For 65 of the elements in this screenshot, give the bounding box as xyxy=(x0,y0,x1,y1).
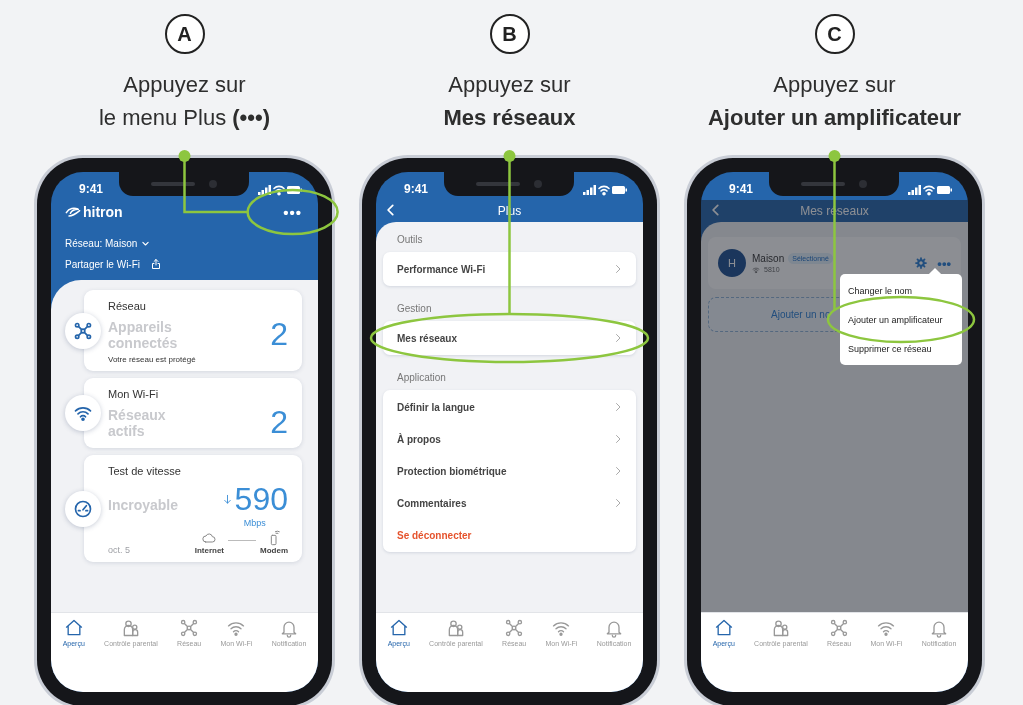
gauge-icon xyxy=(65,490,101,527)
down-arrow-icon xyxy=(221,494,233,505)
step-badge: A xyxy=(164,14,205,54)
network-avatar: H xyxy=(718,249,746,277)
test-date: oct. 5 xyxy=(108,545,130,555)
card-title: Mon Wi-Fi xyxy=(108,388,160,400)
card-title: Test de vitesse xyxy=(108,465,182,477)
step-caption: Appuyez sur le menu Plus (•••) xyxy=(98,71,271,132)
wifi-icon xyxy=(752,265,760,274)
menu-item[interactable]: Commentaires xyxy=(383,487,636,519)
network-icon xyxy=(829,618,850,638)
settings-icon xyxy=(915,257,928,269)
wifi-icon xyxy=(598,185,610,196)
wifi-icon xyxy=(273,185,285,196)
home-icon xyxy=(713,618,734,638)
settings-button[interactable] xyxy=(915,257,928,269)
share-icon xyxy=(150,258,162,270)
speed-value: 590 xyxy=(234,481,288,518)
logout-button[interactable]: Se déconnecter xyxy=(383,519,636,551)
wifi-icon xyxy=(65,395,101,431)
card-title: Réseau xyxy=(108,300,147,312)
menu-item[interactable]: Performance Wi-Fi xyxy=(383,253,636,285)
connection-line xyxy=(228,540,256,541)
signal-icon xyxy=(583,185,596,195)
caret-icon xyxy=(141,239,151,248)
step-badge: C xyxy=(814,14,855,54)
step-caption: Appuyez sur Mes réseaux xyxy=(443,71,576,132)
section-heading: Outils xyxy=(397,234,424,246)
network-icon xyxy=(65,312,101,349)
share-button[interactable]: Partager le Wi-Fi xyxy=(65,258,162,270)
menu-item[interactable]: Protection biométrique xyxy=(383,455,636,487)
menu-item[interactable]: Supprimer ce réseau xyxy=(840,334,962,363)
status-time: 9:41 xyxy=(404,182,429,196)
wifi-icon xyxy=(923,185,935,196)
signal-icon xyxy=(258,185,271,195)
status-time: 9:41 xyxy=(79,182,104,196)
network-selector[interactable]: Réseau: Maison xyxy=(65,238,151,249)
speed-unit: Mbps xyxy=(243,518,266,528)
home-icon xyxy=(63,618,84,638)
network-icon xyxy=(504,618,525,638)
card-note: Votre réseau est protégé xyxy=(108,355,197,364)
signal-icon xyxy=(908,185,921,195)
menu-item[interactable]: Ajouter un amplificateur xyxy=(840,305,962,334)
node-label: Internet xyxy=(194,546,224,555)
callout-line xyxy=(178,150,248,214)
brand-name: hitron xyxy=(83,204,123,220)
step-badge: B xyxy=(489,14,530,54)
menu-item[interactable]: À propos xyxy=(383,423,636,455)
status-time: 9:41 xyxy=(729,182,754,196)
section-heading: Gestion xyxy=(397,303,433,315)
network-icon xyxy=(179,618,200,638)
battery-icon xyxy=(937,186,952,194)
battery-icon xyxy=(612,186,627,194)
node-label: Modem xyxy=(260,546,288,555)
home-icon xyxy=(388,618,409,638)
network-name: Maison xyxy=(752,252,785,264)
stat-value: 2 xyxy=(270,404,288,441)
step-caption: Appuyez sur Ajouter un amplificateur xyxy=(707,71,961,132)
cloud-icon xyxy=(201,530,218,546)
battery-icon xyxy=(287,186,302,194)
menu-item[interactable]: Mes réseaux xyxy=(383,322,636,354)
menu-item[interactable]: Définir la langue xyxy=(383,391,636,423)
more-button[interactable]: ••• xyxy=(283,203,302,221)
stat-value: 2 xyxy=(270,316,288,353)
section-heading: Application xyxy=(397,372,447,384)
